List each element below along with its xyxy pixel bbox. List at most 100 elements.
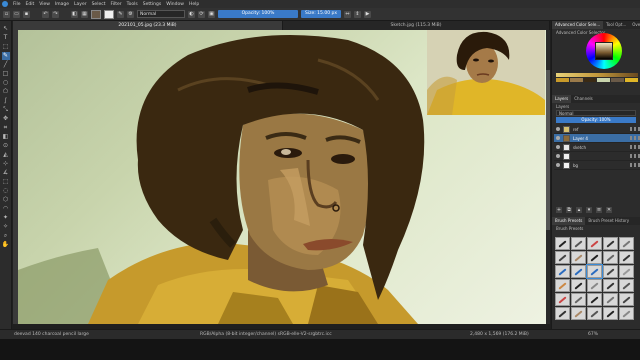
tab-advanced-color-selector[interactable]: Advanced Color Sele... — [552, 21, 604, 29]
menu-view[interactable]: View — [39, 2, 50, 7]
undo-icon[interactable]: ↶ — [42, 10, 49, 18]
gradient-icon[interactable]: ◧ — [71, 10, 78, 18]
polygon-tool-icon[interactable]: ⬠ — [2, 88, 10, 96]
tab-document-2[interactable]: Sketch.jpg (115.3 MiB) — [283, 21, 550, 30]
recent-color-swatch[interactable] — [597, 78, 611, 82]
layer-row-bg[interactable]: bg — [554, 161, 640, 170]
layer-flags-icon[interactable] — [630, 136, 640, 140]
brush-settings-icon[interactable]: ⚙ — [127, 10, 134, 18]
redo-icon[interactable]: ↷ — [52, 10, 59, 18]
recent-color-swatch[interactable] — [569, 78, 583, 82]
tab-overview[interactable]: Over... — [629, 21, 640, 29]
background-color-swatch[interactable] — [104, 9, 114, 19]
brush-preset-item[interactable] — [587, 279, 602, 292]
move-layer-up-button[interactable]: ▴ — [576, 207, 582, 213]
open-document-icon[interactable]: ▭ — [13, 10, 20, 18]
menu-image[interactable]: Image — [55, 2, 69, 7]
brush-preset-item[interactable] — [603, 307, 618, 320]
tab-document-1[interactable]: 202101_05.jpg (23.3 MiB) — [13, 21, 283, 30]
tab-brush-presets[interactable]: Brush Presets — [552, 217, 586, 225]
pan-tool-icon[interactable]: ✋ — [2, 241, 10, 249]
visibility-eye-icon[interactable] — [556, 145, 560, 149]
freehand-brush-tool-icon[interactable]: ✎ — [1, 52, 10, 60]
wrap-around-icon[interactable]: ▶ — [364, 10, 371, 18]
similar-select-tool-icon[interactable]: ✧ — [2, 223, 10, 231]
visibility-eye-icon[interactable] — [556, 136, 560, 140]
layer-flags-icon[interactable] — [630, 154, 640, 158]
brush-preset-item[interactable] — [571, 307, 586, 320]
brush-preset-item[interactable] — [571, 265, 586, 278]
contiguous-select-tool-icon[interactable]: ✦ — [2, 214, 10, 222]
zoom-tool-icon[interactable]: ⌕ — [2, 232, 10, 240]
fill-tool-icon[interactable]: ◭ — [2, 151, 10, 159]
size-slider[interactable]: Size: 15.00 px — [301, 10, 341, 18]
opacity-slider[interactable]: Opacity: 100% — [218, 10, 298, 18]
brush-preset-item[interactable] — [555, 237, 570, 250]
foreground-color-swatch[interactable] — [91, 9, 101, 19]
brush-preset-item[interactable] — [603, 293, 618, 306]
rect-select-tool-icon[interactable]: ⬚ — [2, 178, 10, 186]
move-tool-icon[interactable]: ✥ — [2, 115, 10, 123]
ellipse-tool-icon[interactable]: ○ — [2, 79, 10, 87]
brush-preset-item[interactable] — [587, 251, 602, 264]
menu-file[interactable]: File — [13, 2, 21, 7]
eraser-mode-icon[interactable]: ◐ — [188, 10, 195, 18]
add-layer-button[interactable]: + — [556, 207, 562, 213]
tab-tool-options[interactable]: Tool Opt... — [603, 21, 629, 29]
layer-row-ref[interactable]: ref — [554, 125, 640, 134]
recent-color-swatch[interactable] — [556, 78, 569, 82]
menu-tools[interactable]: Tools — [127, 2, 138, 7]
layer-properties-button[interactable]: ≡ — [596, 207, 602, 213]
crop-tool-icon[interactable]: ⌗ — [2, 124, 10, 132]
menu-window[interactable]: Window — [166, 2, 184, 7]
pattern-icon[interactable]: ▦ — [81, 10, 88, 18]
duplicate-layer-button[interactable]: ⧉ — [566, 207, 572, 213]
reload-preset-icon[interactable]: ⟳ — [198, 10, 205, 18]
visibility-eye-icon[interactable] — [556, 154, 560, 158]
freehand-select-tool-icon[interactable]: ◠ — [2, 205, 10, 213]
layer-row-sketch[interactable]: sketch — [554, 143, 640, 152]
measure-tool-icon[interactable]: ∡ — [2, 169, 10, 177]
menu-help[interactable]: Help — [189, 2, 199, 7]
brush-preset-item[interactable] — [603, 237, 618, 250]
blend-mode-select[interactable]: Normal — [137, 10, 185, 18]
brush-preset-item[interactable] — [619, 279, 634, 292]
rectangle-tool-icon[interactable]: □ — [2, 70, 10, 78]
layer-row-unnamed[interactable] — [554, 152, 640, 161]
brush-preset-item[interactable] — [555, 265, 570, 278]
menu-select[interactable]: Select — [92, 2, 106, 7]
new-document-icon[interactable]: ▫ — [3, 10, 10, 18]
color-sampler-tool-icon[interactable]: ⊙ — [2, 142, 10, 150]
select-shapes-tool-icon[interactable]: ↖ — [2, 25, 10, 33]
menu-layer[interactable]: Layer — [74, 2, 87, 7]
transform-tool-icon[interactable]: ⤡ — [2, 106, 10, 114]
bezier-tool-icon[interactable]: ∫ — [2, 97, 10, 105]
polygon-select-tool-icon[interactable]: ⬡ — [2, 196, 10, 204]
canvas-vertical-scrollbar[interactable] — [546, 30, 550, 324]
visibility-eye-icon[interactable] — [556, 163, 560, 167]
status-zoom[interactable]: 67% — [588, 332, 598, 337]
brush-preset-icon[interactable]: ✎ — [117, 10, 124, 18]
brush-preset-item[interactable] — [619, 293, 634, 306]
menu-settings[interactable]: Settings — [143, 2, 161, 7]
brush-preset-item[interactable] — [603, 279, 618, 292]
brush-preset-item[interactable] — [603, 265, 618, 278]
brush-preset-item[interactable] — [619, 307, 634, 320]
brush-preset-item[interactable] — [587, 307, 602, 320]
brush-preset-item[interactable] — [555, 307, 570, 320]
brush-preset-item[interactable] — [555, 293, 570, 306]
menu-edit[interactable]: Edit — [26, 2, 35, 7]
brush-preset-item[interactable] — [555, 251, 570, 264]
color-history-bar[interactable] — [556, 73, 638, 77]
visibility-eye-icon[interactable] — [556, 127, 560, 131]
layer-opacity-slider[interactable]: Opacity: 100% — [556, 117, 636, 123]
recent-color-swatch[interactable] — [625, 78, 638, 82]
brush-preset-item[interactable] — [619, 251, 634, 264]
layer-flags-icon[interactable] — [630, 163, 640, 167]
recent-color-swatch[interactable] — [611, 78, 625, 82]
recent-color-swatch[interactable] — [583, 78, 597, 82]
layer-row-layer-4[interactable]: Layer 4 — [554, 134, 640, 143]
brush-preset-item[interactable] — [619, 265, 634, 278]
assistant-tool-icon[interactable]: ⊹ — [2, 160, 10, 168]
tab-layers[interactable]: Layers — [552, 95, 572, 103]
